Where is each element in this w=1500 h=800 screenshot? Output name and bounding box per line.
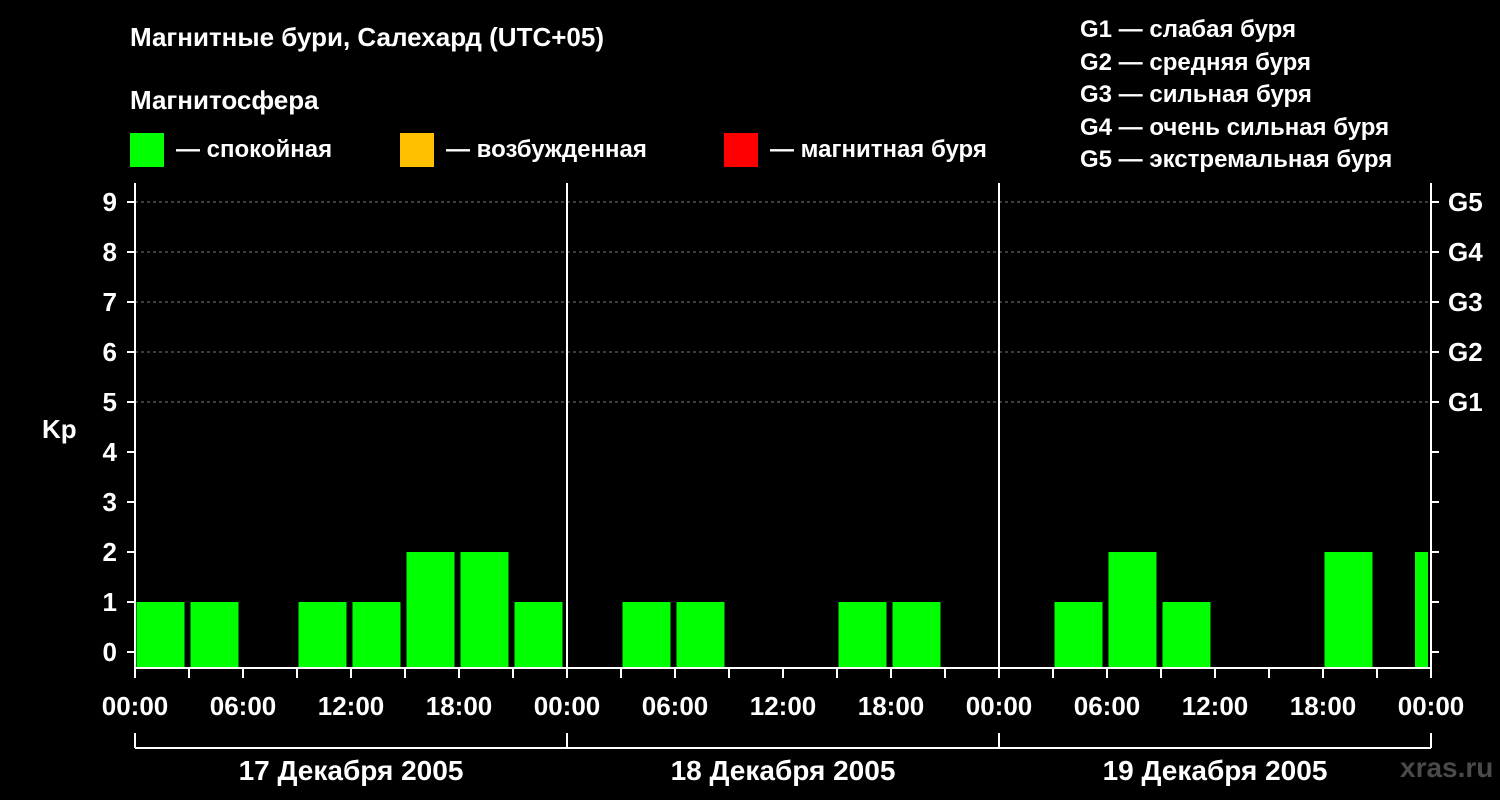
x-tick-label: 00:00: [1398, 691, 1465, 721]
y-tick-label: 1: [103, 587, 117, 617]
y-tick-label: 6: [103, 337, 117, 367]
kp-bar: [622, 602, 671, 668]
day-label: 18 Декабря 2005: [671, 755, 896, 786]
g-level-label: G5: [1448, 187, 1483, 217]
x-tick-label: 12:00: [318, 691, 385, 721]
x-tick-label: 12:00: [1182, 691, 1249, 721]
kp-bar: [1108, 552, 1157, 668]
kp-bar: [838, 602, 887, 668]
x-tick-label: 00:00: [102, 691, 169, 721]
kp-bar: [460, 552, 509, 668]
y-tick-label: 2: [103, 537, 117, 567]
watermark: xras.ru: [1400, 752, 1494, 783]
x-tick-label: 18:00: [858, 691, 925, 721]
x-tick-label: 18:00: [1290, 691, 1357, 721]
kp-bar: [1162, 602, 1211, 668]
x-tick-label: 06:00: [642, 691, 709, 721]
kp-chart: 0 1 2 3 4 5 6 7 8 9 G1 G2 G3 G4 G5 Kp 00:00 06:00 12:00 18:…: [42, 183, 1483, 786]
g-level-label: G4: [1448, 237, 1483, 267]
day-label: 17 Декабря 2005: [239, 755, 464, 786]
x-tick-label: 18:00: [426, 691, 493, 721]
kp-bar: [190, 602, 239, 668]
y-tick-label: 0: [103, 637, 117, 667]
y-tick-label: 3: [103, 487, 117, 517]
x-tick-label: 00:00: [534, 691, 601, 721]
x-tick-label: 06:00: [1074, 691, 1141, 721]
kp-bar: [514, 602, 563, 668]
y-axis-label: Kp: [42, 414, 77, 444]
y-tick-label: 8: [103, 237, 117, 267]
y-tick-label: 7: [103, 287, 117, 317]
x-tick-label: 06:00: [210, 691, 277, 721]
kp-bar: [352, 602, 401, 668]
kp-bar: [1054, 602, 1103, 668]
g-level-label: G3: [1448, 287, 1483, 317]
y-tick-label: 4: [103, 437, 118, 467]
x-tick-label: 12:00: [750, 691, 817, 721]
kp-bar: [1324, 552, 1373, 668]
kp-bar: [1415, 552, 1428, 668]
g-level-label: G2: [1448, 337, 1483, 367]
kp-bar: [298, 602, 347, 668]
day-label: 19 Декабря 2005: [1103, 755, 1328, 786]
kp-bar: [676, 602, 725, 668]
y-tick-label: 9: [103, 187, 117, 217]
g-level-label: G1: [1448, 387, 1483, 417]
x-tick-label: 00:00: [966, 691, 1033, 721]
kp-bar: [406, 552, 455, 668]
y-tick-label: 5: [103, 387, 117, 417]
kp-bar: [892, 602, 941, 668]
kp-bar: [136, 602, 185, 668]
